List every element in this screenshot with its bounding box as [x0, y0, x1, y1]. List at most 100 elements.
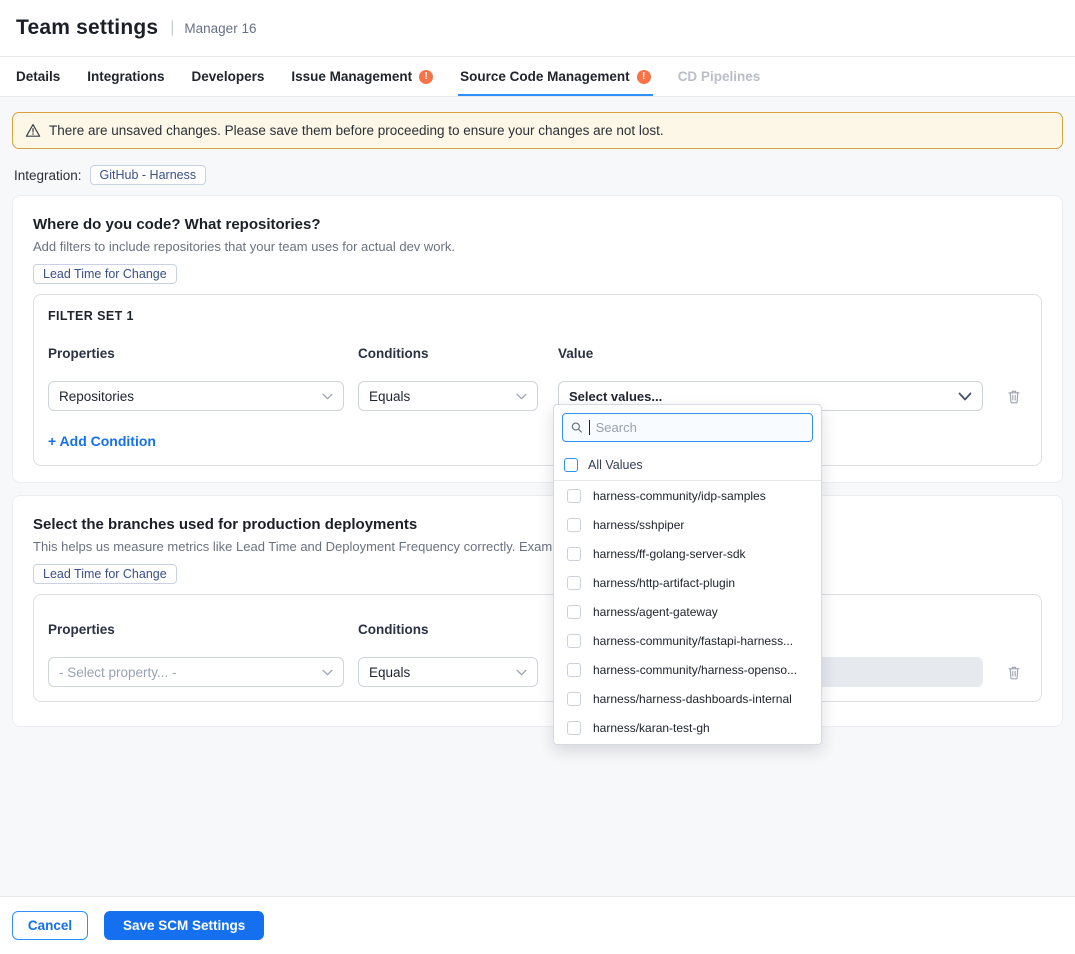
lead-time-chip: Lead Time for Change [33, 264, 177, 284]
title-divider: | [170, 19, 174, 37]
tab-issue-management-label: Issue Management [291, 69, 412, 84]
properties-column-label: Properties [48, 622, 115, 637]
lead-time-chip: Lead Time for Change [33, 564, 177, 584]
branches-card-subtitle: This helps us measure metrics like Lead … [33, 539, 1042, 554]
conditions-select[interactable]: Equals [358, 657, 538, 687]
option-checkbox[interactable] [567, 547, 581, 561]
dropdown-search-input[interactable] [596, 420, 804, 435]
option-checkbox[interactable] [567, 576, 581, 590]
tab-cd-pipelines: CD Pipelines [678, 57, 761, 96]
branches-filter-box: Properties Conditions Value - Select pro… [33, 594, 1042, 702]
page-header: Team settings | Manager 16 [0, 0, 1075, 57]
integration-row: Integration: GitHub - Harness [14, 163, 1063, 187]
cancel-button[interactable]: Cancel [12, 911, 88, 940]
repositories-card: Where do you code? What repositories? Ad… [12, 195, 1063, 483]
option-checkbox[interactable] [567, 605, 581, 619]
conditions-select[interactable]: Equals [358, 381, 538, 411]
tab-source-code-management-label: Source Code Management [460, 69, 630, 84]
properties-select[interactable]: Repositories [48, 381, 344, 411]
repositories-card-subtitle: Add filters to include repositories that… [33, 239, 1042, 254]
list-item[interactable]: harness/sshpiper [554, 510, 821, 539]
option-label: harness/karan-test-gh [593, 721, 710, 735]
filter-row: Repositories Equals Select values... [48, 381, 1027, 411]
filter-column-headers: Properties Conditions Value [48, 345, 1027, 363]
option-label: harness-community/harness-openso... [593, 663, 797, 677]
tab-integrations[interactable]: Integrations [87, 57, 164, 96]
option-checkbox[interactable] [567, 692, 581, 706]
text-cursor [589, 420, 590, 435]
list-item-clipped[interactable]: harness/test-automation-github-ci [554, 742, 821, 745]
filter-set-1-box: FILTER SET 1 Properties Conditions Value… [33, 294, 1042, 466]
team-settings-page: Team settings | Manager 16 Details Integ… [0, 0, 1075, 954]
all-values-checkbox[interactable] [564, 458, 578, 472]
list-item[interactable]: harness/ff-golang-server-sdk [554, 539, 821, 568]
option-label: harness-community/fastapi-harness... [593, 634, 793, 648]
list-item[interactable]: harness/agent-gateway [554, 597, 821, 626]
team-name-label: Manager 16 [184, 21, 256, 36]
conditions-column-label: Conditions [358, 622, 429, 637]
delete-condition-button[interactable] [1005, 387, 1023, 405]
option-checkbox[interactable] [567, 663, 581, 677]
repositories-card-title: Where do you code? What repositories? [33, 216, 1042, 233]
option-checkbox[interactable] [567, 489, 581, 503]
integration-chip: GitHub - Harness [90, 165, 207, 185]
all-values-option[interactable]: All Values [554, 450, 821, 481]
value-multiselect-placeholder: Select values... [569, 389, 662, 404]
add-condition-button[interactable]: + Add Condition [48, 433, 156, 449]
filter-column-headers: Properties Conditions Value [48, 621, 1027, 639]
conditions-column-label: Conditions [358, 346, 429, 361]
tab-source-code-management[interactable]: Source Code Management ! [460, 57, 651, 96]
list-item[interactable]: harness-community/fastapi-harness... [554, 626, 821, 655]
chevron-down-icon [958, 392, 972, 401]
option-label: harness/agent-gateway [593, 605, 718, 619]
tab-developers-label: Developers [192, 69, 265, 84]
properties-select-value: Repositories [59, 389, 134, 404]
branches-card-title: Select the branches used for production … [33, 516, 1042, 533]
value-dropdown-panel: All Values harness-community/idp-samples… [553, 404, 822, 745]
chevron-down-icon [322, 669, 333, 676]
properties-select[interactable]: - Select property... - [48, 657, 344, 687]
branches-card: Select the branches used for production … [12, 495, 1063, 727]
option-label: harness/ff-golang-server-sdk [593, 547, 746, 561]
trash-icon [1007, 665, 1021, 680]
unsaved-changes-banner: There are unsaved changes. Please save t… [12, 112, 1063, 149]
integration-label: Integration: [14, 168, 82, 183]
properties-select-placeholder: - Select property... - [59, 665, 177, 680]
option-checkbox[interactable] [567, 518, 581, 532]
content-area: There are unsaved changes. Please save t… [0, 97, 1075, 896]
save-scm-settings-button[interactable]: Save SCM Settings [104, 911, 264, 940]
properties-column-label: Properties [48, 346, 115, 361]
list-item[interactable]: harness-community/idp-samples [554, 481, 821, 510]
list-item[interactable]: harness/harness-dashboards-internal [554, 684, 821, 713]
tab-cd-pipelines-label: CD Pipelines [678, 69, 761, 84]
settings-tabs: Details Integrations Developers Issue Ma… [0, 57, 1075, 97]
option-label: harness/harness-dashboards-internal [593, 692, 792, 706]
conditions-select-value: Equals [369, 665, 410, 680]
tab-details-label: Details [16, 69, 60, 84]
chevron-down-icon [516, 669, 527, 676]
option-label: harness/http-artifact-plugin [593, 576, 735, 590]
footer-bar: Cancel Save SCM Settings [0, 896, 1075, 954]
list-item[interactable]: harness/karan-test-gh [554, 713, 821, 742]
list-item[interactable]: harness/http-artifact-plugin [554, 568, 821, 597]
conditions-select-value: Equals [369, 389, 410, 404]
delete-condition-button[interactable] [1005, 663, 1023, 681]
page-title: Team settings [16, 16, 158, 40]
option-checkbox[interactable] [567, 634, 581, 648]
option-label: harness-community/idp-samples [593, 489, 766, 503]
chevron-down-icon [516, 393, 527, 400]
warning-triangle-icon [25, 123, 41, 138]
unsaved-changes-text: There are unsaved changes. Please save t… [49, 123, 664, 138]
list-item[interactable]: harness-community/harness-openso... [554, 655, 821, 684]
tab-details[interactable]: Details [16, 57, 60, 96]
tab-integrations-label: Integrations [87, 69, 164, 84]
tab-issue-management[interactable]: Issue Management ! [291, 57, 433, 96]
dropdown-search-box[interactable] [562, 413, 813, 442]
all-values-label: All Values [588, 458, 643, 472]
option-checkbox[interactable] [567, 721, 581, 735]
search-icon [571, 421, 583, 434]
trash-icon [1007, 389, 1021, 404]
filter-set-1-title: FILTER SET 1 [48, 309, 1027, 323]
warning-badge-icon: ! [637, 70, 651, 84]
tab-developers[interactable]: Developers [192, 57, 265, 96]
